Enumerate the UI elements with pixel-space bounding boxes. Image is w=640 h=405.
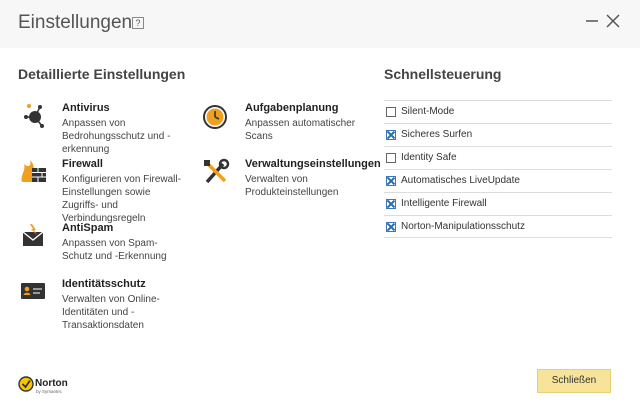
norton-logo: Norton by Symantec	[18, 372, 78, 396]
quick-control-label: Automatisches LiveUpdate	[401, 175, 520, 186]
close-button[interactable]: Schließen	[537, 369, 611, 393]
quick-control-identity-safe[interactable]: Identity Safe	[384, 146, 612, 169]
quick-control-tamper-protection[interactable]: Norton-Manipulationsschutz	[384, 215, 612, 238]
setting-desc: Konfigurieren von Firewall-Einstellungen…	[62, 174, 181, 224]
title-bar: Einstellungen ?	[0, 0, 640, 48]
quick-control-label: Sicheres Surfen	[401, 129, 473, 140]
setting-name[interactable]: AntiSpam	[62, 222, 113, 234]
quick-control-label: Norton-Manipulationsschutz	[401, 221, 525, 232]
quick-control-label: Identity Safe	[401, 152, 457, 163]
setting-desc: Verwalten von Produkteinstellungen	[245, 174, 339, 198]
quick-control-safe-surfing[interactable]: Sicheres Surfen	[384, 123, 612, 146]
setting-name[interactable]: Firewall	[62, 158, 103, 170]
firewall-icon	[18, 158, 48, 186]
minimize-icon[interactable]	[582, 10, 604, 32]
clock-icon	[201, 102, 231, 130]
quick-control-label: Intelligente Firewall	[401, 198, 487, 209]
setting-desc: Anpassen von Spam-Schutz und -Erkennung	[62, 238, 167, 262]
close-icon[interactable]	[602, 10, 624, 32]
detailed-settings-heading: Detaillierte Einstellungen	[18, 66, 186, 82]
setting-name[interactable]: Antivirus	[62, 102, 110, 114]
setting-desc: Anpassen von Bedrohungsschutz und -erken…	[62, 118, 171, 155]
checkbox[interactable]	[386, 107, 396, 117]
settings-panel: Detaillierte Einstellungen Antivirus Anp…	[0, 48, 640, 405]
setting-desc: Anpassen automatischer Scans	[245, 118, 356, 142]
help-icon[interactable]: ?	[132, 17, 144, 29]
identity-card-icon	[18, 278, 48, 306]
quick-control-liveupdate[interactable]: Automatisches LiveUpdate	[384, 169, 612, 192]
setting-desc: Verwalten von Online-Identitäten und -Tr…	[62, 294, 160, 331]
quick-control-smart-firewall[interactable]: Intelligente Firewall	[384, 192, 612, 215]
quick-controls-list: Silent-Mode Sicheres Surfen Identity Saf…	[384, 100, 612, 238]
checkbox[interactable]	[386, 176, 396, 186]
setting-name[interactable]: Verwaltungseinstellungen	[245, 158, 381, 170]
checkbox[interactable]	[386, 222, 396, 232]
antivirus-icon	[18, 102, 48, 130]
quick-control-silent-mode[interactable]: Silent-Mode	[384, 100, 612, 123]
logo-sub: by Symantec	[36, 389, 63, 394]
setting-name[interactable]: Identitätsschutz	[62, 278, 146, 290]
quick-control-label: Silent-Mode	[401, 106, 455, 117]
tools-icon	[201, 158, 231, 186]
checkbox[interactable]	[386, 153, 396, 163]
setting-name[interactable]: Aufgabenplanung	[245, 102, 339, 114]
window-title: Einstellungen	[18, 12, 133, 33]
checkbox[interactable]	[386, 199, 396, 209]
antispam-icon	[18, 222, 48, 250]
quick-controls-heading: Schnellsteuerung	[384, 66, 502, 82]
logo-text: Norton	[35, 378, 68, 389]
checkbox[interactable]	[386, 130, 396, 140]
